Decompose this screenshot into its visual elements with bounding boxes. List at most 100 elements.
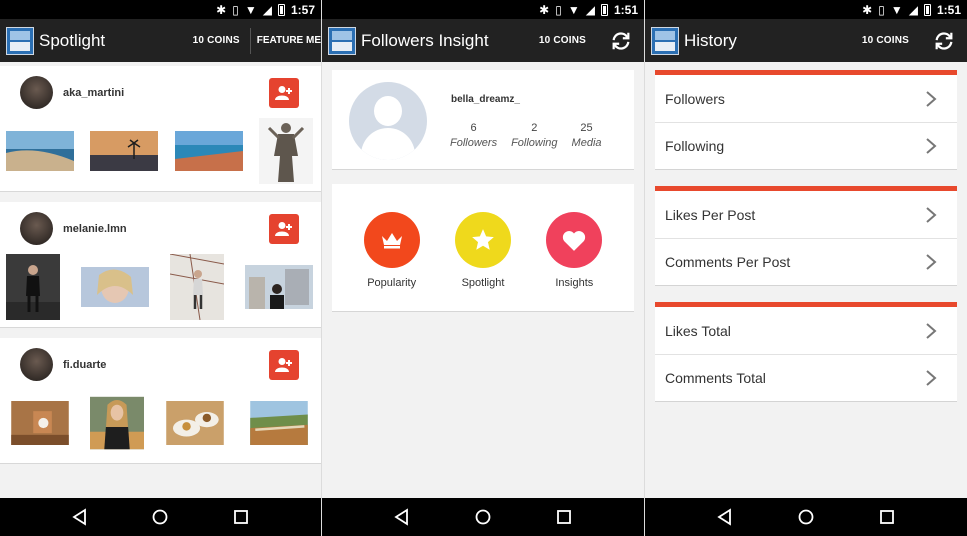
history-item-likes-per-post[interactable]: Likes Per Post (655, 191, 957, 238)
vibrate-icon: ▯ (555, 2, 562, 17)
spotlight-feed[interactable]: aka_martini melanie.lmn fi.duarte (0, 62, 321, 498)
wall-photo[interactable] (170, 254, 224, 320)
dinner-photo[interactable] (161, 401, 229, 445)
history-item-following[interactable]: Following (655, 122, 957, 169)
home-icon[interactable] (474, 508, 492, 526)
status-bar: ✱ ▯ ▼ ◢ 1:51 (645, 0, 967, 19)
history-group: Likes Per Post Comments Per Post (655, 186, 957, 286)
coast-photo[interactable] (6, 131, 74, 171)
post-username[interactable]: melanie.lmn (63, 223, 127, 235)
history-item-comments-total[interactable]: Comments Total (655, 354, 957, 401)
wifi-icon: ▼ (567, 2, 580, 17)
avatar[interactable] (20, 76, 53, 109)
recents-icon[interactable] (555, 508, 573, 526)
app-logo-icon[interactable] (328, 26, 356, 55)
status-time: 1:51 (613, 2, 638, 17)
avatar[interactable] (20, 212, 53, 245)
status-time: 1:57 (290, 2, 315, 17)
history-item-label: Following (665, 138, 725, 154)
post-user[interactable]: melanie.lmn (20, 212, 127, 245)
post-username[interactable]: aka_martini (63, 87, 124, 99)
recents-icon[interactable] (878, 508, 896, 526)
coins-button[interactable]: 10 COINS (539, 35, 586, 46)
spotlight-button[interactable]: Spotlight (443, 212, 523, 311)
media-stat[interactable]: 25 Media (572, 122, 602, 149)
history-item-label: Followers (665, 90, 725, 107)
history-item-label: Likes Total (665, 322, 731, 339)
stat-value: 6 (470, 122, 477, 134)
selfie-photo[interactable] (81, 267, 149, 307)
page-title: Followers Insight (361, 30, 489, 50)
avatar[interactable] (20, 348, 53, 381)
features-card: Popularity Spotlight Insights (332, 184, 634, 312)
status-time: 1:51 (936, 2, 961, 17)
history-item-label: Comments Per Post (665, 254, 791, 270)
post-username[interactable]: fi.duarte (63, 359, 106, 371)
portrait-photo[interactable] (90, 390, 145, 456)
feature-circle[interactable] (454, 212, 511, 268)
page-title: History (684, 30, 737, 50)
post-card: melanie.lmn (0, 202, 321, 328)
profile-card: bella_dreamz_ 6 Followers 2 Following 25… (332, 70, 634, 170)
history-item-label: Comments Total (665, 370, 766, 386)
refresh-icon[interactable] (933, 30, 955, 52)
crown-icon (381, 233, 402, 249)
chevron-right-icon (926, 370, 937, 386)
back-icon[interactable] (393, 508, 411, 526)
app-logo-icon[interactable] (651, 26, 679, 55)
sunset-photo[interactable] (90, 131, 159, 171)
statue-photo[interactable] (258, 118, 313, 184)
insights-button[interactable]: Insights (534, 212, 614, 311)
app-bar: Spotlight 10 COINS FEATURE ME (0, 19, 321, 62)
food-photo[interactable] (6, 401, 74, 445)
city-photo[interactable] (245, 265, 313, 309)
followers-insight-screen: ✱ ▯ ▼ ◢ 1:51 Followers Insight 10 COINS … (322, 0, 644, 536)
history-group: Followers Following (655, 70, 957, 170)
popularity-button[interactable]: Popularity (352, 212, 432, 311)
bay-photo[interactable] (174, 131, 243, 171)
chevron-right-icon (926, 254, 937, 270)
history-screen: ✱ ▯ ▼ ◢ 1:51 History 10 COINS Followers … (645, 0, 967, 536)
post-user[interactable]: fi.duarte (20, 348, 106, 381)
coins-button[interactable]: 10 COINS (862, 35, 909, 46)
profile-avatar[interactable] (349, 82, 427, 160)
app-bar: Followers Insight 10 COINS (322, 19, 644, 62)
status-bar: ✱ ▯ ▼ ◢ 1:57 (0, 0, 321, 19)
back-icon[interactable] (71, 508, 89, 526)
recents-icon[interactable] (232, 508, 250, 526)
add-user-icon (275, 86, 292, 100)
bluetooth-icon: ✱ (539, 2, 550, 17)
chevron-right-icon (926, 322, 937, 339)
stat-label: Following (511, 137, 558, 149)
app-logo-icon[interactable] (6, 26, 34, 55)
feature-me-button[interactable]: FEATURE ME (257, 35, 321, 46)
post-card: fi.duarte (0, 338, 321, 464)
feature-circle[interactable] (546, 212, 603, 268)
home-icon[interactable] (151, 508, 169, 526)
add-user-icon (275, 358, 292, 372)
back-icon[interactable] (716, 508, 734, 526)
history-item-comments-per-post[interactable]: Comments Per Post (655, 238, 957, 285)
followers-stat[interactable]: 6 Followers (450, 122, 497, 149)
post-user[interactable]: aka_martini (20, 76, 124, 109)
refresh-icon[interactable] (610, 30, 632, 52)
battery-icon (277, 3, 285, 16)
bluetooth-icon: ✱ (216, 2, 227, 17)
wifi-icon: ▼ (890, 2, 903, 17)
history-item-followers[interactable]: Followers (655, 75, 957, 122)
nav-bar (645, 498, 967, 536)
follow-user-button[interactable] (269, 214, 299, 244)
stat-label: Media (571, 137, 602, 149)
follow-user-button[interactable] (269, 350, 299, 380)
feature-circle[interactable] (363, 212, 420, 268)
landscape-photo[interactable] (245, 401, 313, 445)
history-item-likes-total[interactable]: Likes Total (655, 307, 957, 354)
coins-button[interactable]: 10 COINS (193, 35, 240, 46)
post-thumbnails (6, 118, 313, 184)
home-icon[interactable] (797, 508, 815, 526)
battery-icon (923, 3, 931, 16)
portrait-photo[interactable] (6, 254, 60, 320)
following-stat[interactable]: 2 Following (511, 122, 557, 149)
status-bar: ✱ ▯ ▼ ◢ 1:51 (322, 0, 644, 19)
follow-user-button[interactable] (269, 78, 299, 108)
